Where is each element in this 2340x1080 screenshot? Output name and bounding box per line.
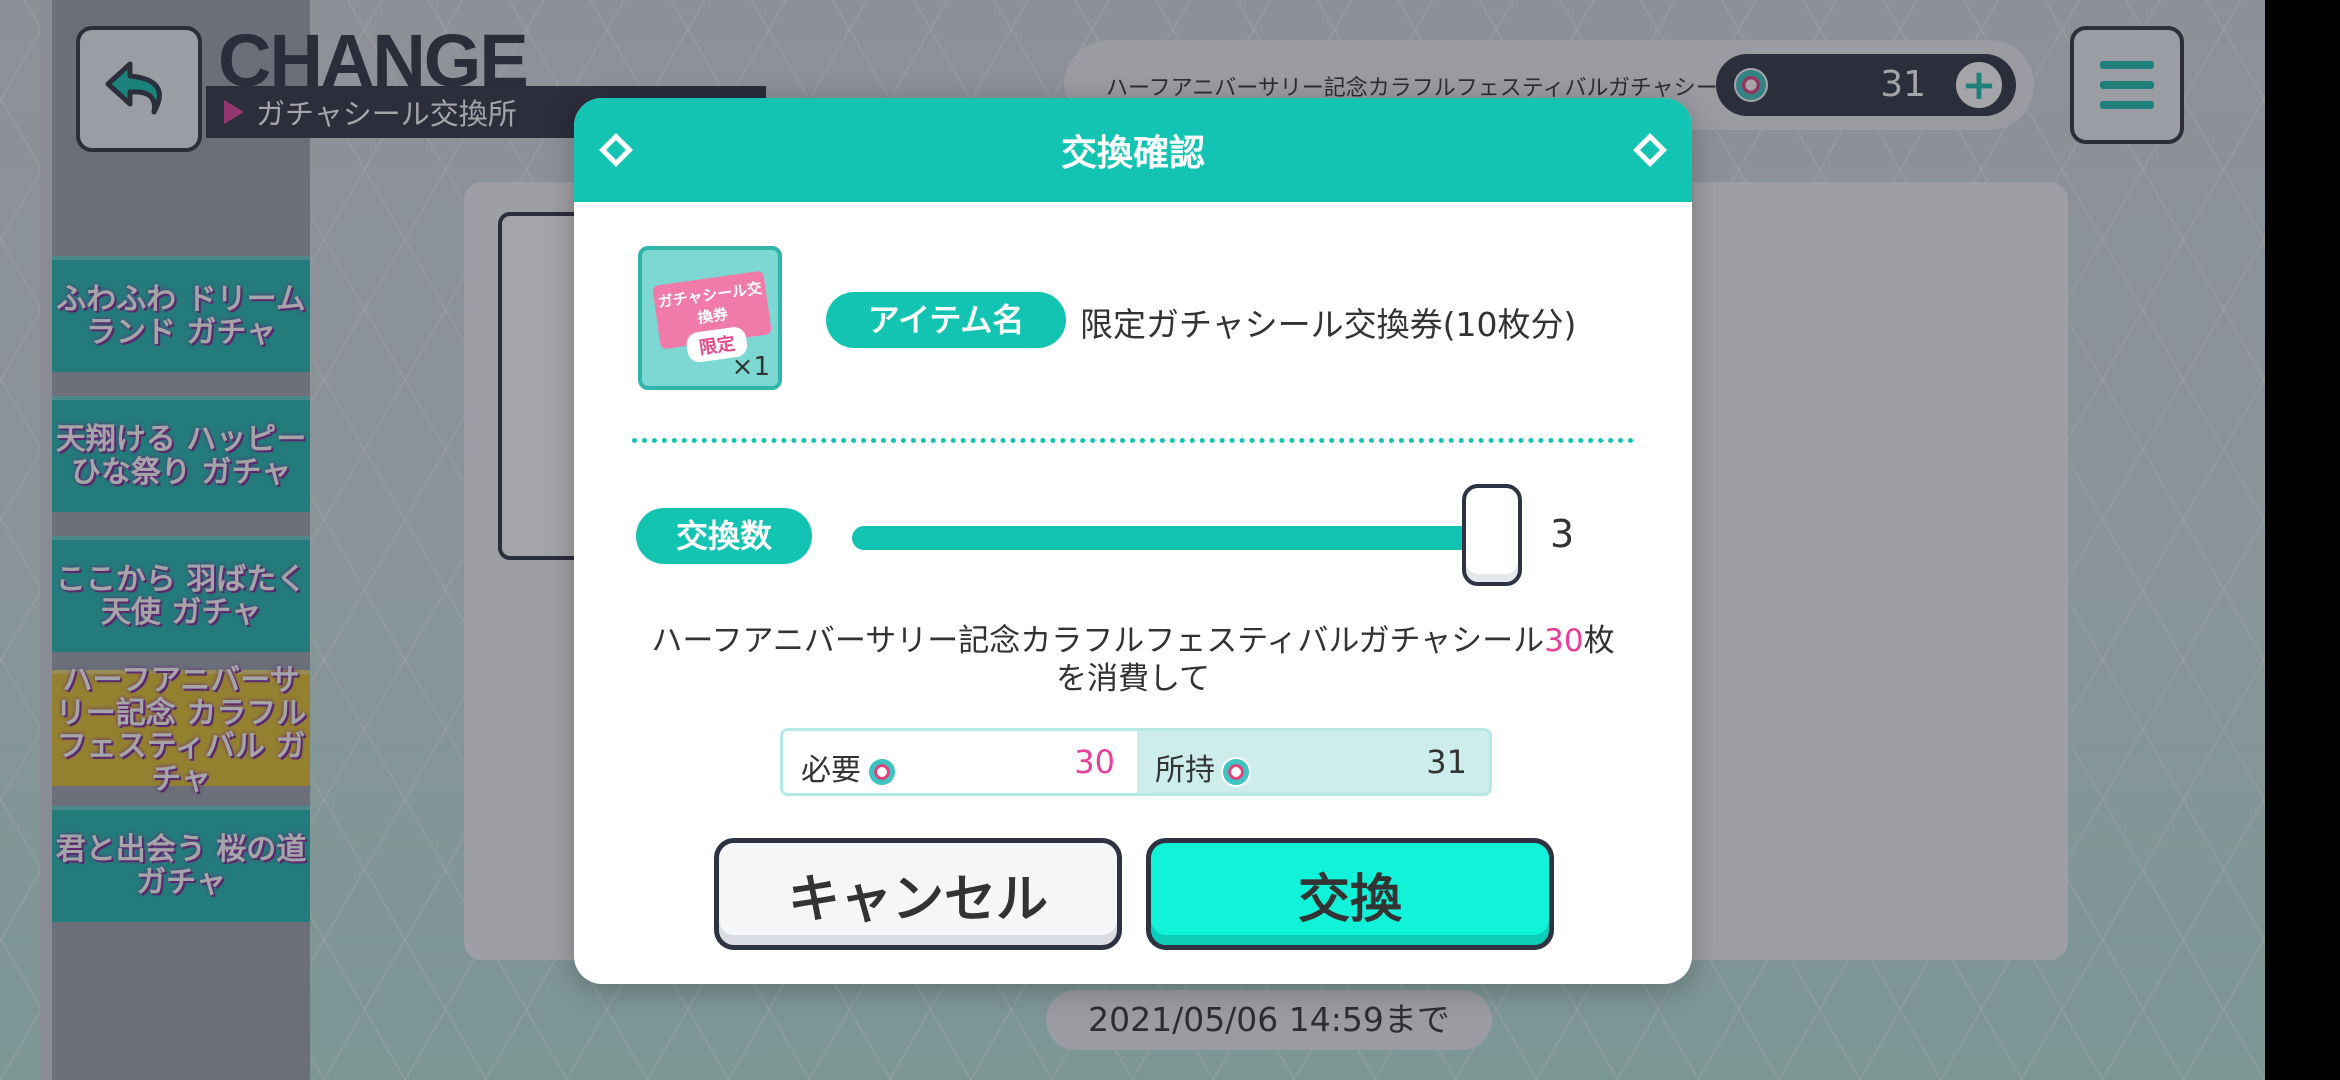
owned-label-wrap: 所持 <box>1155 745 1251 789</box>
exchange-confirm-dialog: 交換確認 ガチャシール交換券 限定 ×1 アイテム名 限定ガチャシール交換券(1… <box>574 98 1692 984</box>
required-cell: 必要 30 <box>783 731 1137 793</box>
diamond-icon <box>1633 133 1667 167</box>
item-name: 限定ガチャシール交換券(10枚分) <box>1080 305 1577 344</box>
cancel-button[interactable]: キャンセル <box>714 838 1122 950</box>
item-thumbnail: ガチャシール交換券 限定 ×1 <box>638 246 782 390</box>
exchange-count-slider[interactable] <box>852 526 1472 550</box>
description-text: ハーフアニバーサリー記念カラフルフェスティバルガチャシール <box>651 623 1545 659</box>
divider <box>632 438 1634 443</box>
ticket-icon: ガチャシール交換券 限定 <box>652 270 772 364</box>
description-unit: 枚 <box>1583 623 1615 659</box>
exchange-button[interactable]: 交換 <box>1146 838 1554 950</box>
owned-value: 31 <box>1426 743 1467 781</box>
description-line2: を消費して <box>1055 661 1211 697</box>
sticker-coin-icon <box>867 756 897 787</box>
dialog-title: 交換確認 <box>1060 133 1205 174</box>
required-label: 必要 <box>801 753 861 788</box>
ticket-text: ガチャシール交換券 <box>656 278 764 327</box>
cost-summary: 必要 30 所持 31 <box>780 728 1492 796</box>
consume-description: ハーフアニバーサリー記念カラフルフェスティバルガチャシール30枚 を消費して <box>574 622 1692 698</box>
item-name-label: アイテム名 <box>826 292 1066 348</box>
exchange-count-value: 3 <box>1550 512 1575 556</box>
exchange-count-label: 交換数 <box>636 508 812 564</box>
dialog-header: 交換確認 <box>574 98 1692 202</box>
required-label-wrap: 必要 <box>801 745 897 789</box>
slider-handle[interactable] <box>1462 484 1522 586</box>
diamond-icon <box>599 133 633 167</box>
sticker-coin-icon <box>1221 756 1251 787</box>
description-amount: 30 <box>1544 623 1584 659</box>
owned-cell: 所持 31 <box>1137 731 1489 793</box>
required-value: 30 <box>1074 743 1115 781</box>
item-quantity: ×1 <box>731 352 770 382</box>
owned-label: 所持 <box>1155 753 1215 788</box>
screen-edge <box>2265 0 2340 1080</box>
